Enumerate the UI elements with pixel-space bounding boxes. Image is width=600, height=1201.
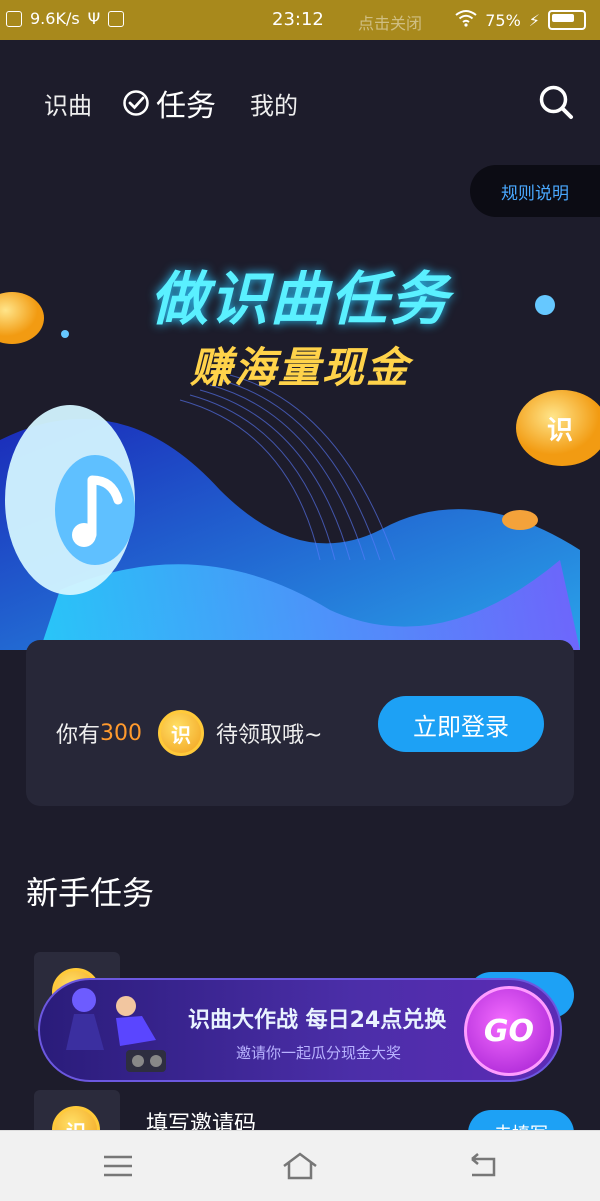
battery-percent: 75% — [485, 10, 521, 30]
battery-icon — [548, 10, 586, 30]
login-button[interactable]: 立即登录 — [378, 696, 544, 752]
menu-icon[interactable] — [98, 1149, 138, 1183]
tab-tasks[interactable]: 任务 — [122, 81, 216, 125]
home-icon[interactable] — [280, 1149, 320, 1183]
tab-tasks-label: 任务 — [156, 89, 216, 124]
usb-icon: Ψ — [87, 9, 101, 28]
notification-icon — [108, 10, 125, 27]
clock: 23:12 — [272, 9, 324, 30]
check-circle-icon — [123, 90, 149, 116]
rules-button[interactable]: 规则说明 — [470, 165, 600, 217]
coin-icon: 识 — [158, 710, 205, 756]
svg-text:识: 识 — [547, 416, 573, 446]
reward-suffix: 待领取哦~ — [216, 723, 323, 748]
hero-title: 做识曲任务 — [149, 265, 450, 333]
status-hint[interactable]: 点击关闭 — [358, 10, 422, 34]
top-navigation: 识曲 任务 我的 — [0, 70, 600, 130]
promo-title: 识曲大作战 每日24点兑换 — [188, 1008, 447, 1033]
tab-recognize[interactable]: 识曲 — [44, 86, 92, 121]
promo-subtitle: 邀请你一起瓜分现金大奖 — [236, 1044, 402, 1062]
wifi-icon — [455, 9, 477, 31]
back-icon[interactable] — [462, 1149, 502, 1183]
hero-banner: 识 做识曲任务 赚海量现金 — [0, 230, 600, 660]
system-nav-bar — [0, 1130, 600, 1201]
status-left: 9.6K/s Ψ — [6, 9, 125, 28]
search-icon[interactable] — [538, 84, 574, 120]
network-speed: 9.6K/s — [30, 9, 80, 28]
reward-prefix: 你有 — [56, 723, 101, 748]
go-button[interactable]: GO — [464, 986, 554, 1076]
promo-banner[interactable]: 识曲大作战 每日24点兑换 邀请你一起瓜分现金大奖 GO — [38, 978, 562, 1082]
tab-mine[interactable]: 我的 — [250, 86, 298, 121]
reward-card: 你有 300 识 待领取哦~ 立即登录 — [26, 640, 574, 806]
status-right: 75% ⚡ — [455, 9, 586, 31]
hero-subtitle: 赚海量现金 — [189, 343, 410, 392]
dancer-illustration — [66, 988, 166, 1072]
app-notification-icon — [6, 10, 22, 27]
reward-text: 你有 300 识 待领取哦~ — [56, 710, 322, 756]
status-bar: 9.6K/s Ψ 23:12 点击关闭 75% ⚡ — [0, 0, 600, 40]
charging-icon: ⚡ — [528, 10, 540, 30]
section-title-newbie-tasks: 新手任务 — [26, 874, 155, 912]
reward-amount: 300 — [100, 720, 143, 746]
